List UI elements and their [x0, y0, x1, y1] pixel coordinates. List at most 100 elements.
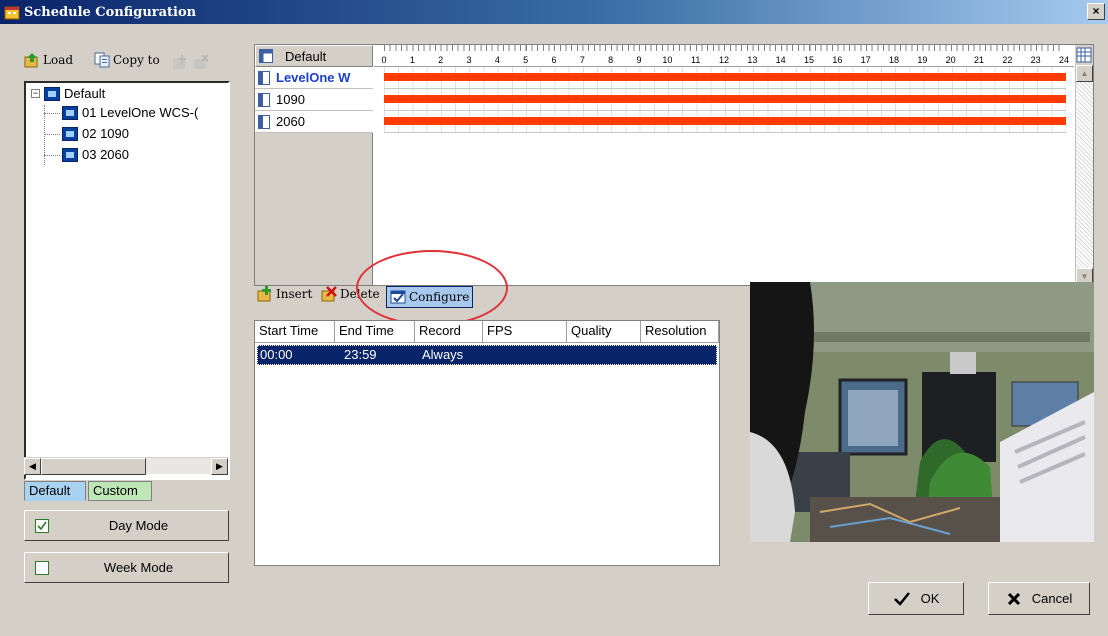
- day-mode-checkbox[interactable]: [35, 518, 49, 533]
- hour-tick-label: 16: [832, 55, 843, 65]
- schedule-bar[interactable]: [384, 95, 1066, 103]
- checkmark-icon: [37, 521, 47, 530]
- hour-tick-label: 22: [1002, 55, 1013, 65]
- schedule-vertical-scrollbar[interactable]: ▲ ▼: [1075, 65, 1093, 285]
- tree-root-default[interactable]: − Default: [31, 86, 105, 101]
- grid-view-icon[interactable]: [1075, 45, 1093, 65]
- configure-label: Configure: [409, 290, 470, 304]
- hour-tick-label: 20: [945, 55, 956, 65]
- remove-disabled-icon: [194, 54, 209, 69]
- tree-item[interactable]: 03 2060: [62, 147, 129, 162]
- schedule-row-name[interactable]: LevelOne W: [255, 67, 373, 89]
- cancel-button[interactable]: Cancel: [988, 582, 1090, 615]
- schedule-header[interactable]: Default: [255, 45, 373, 67]
- hour-tick-label: 9: [636, 55, 642, 65]
- timeline-row[interactable]: [384, 89, 1066, 111]
- camera-preview-image: [750, 282, 1094, 542]
- tree-root-label: Default: [64, 86, 106, 101]
- camera-preview: [750, 282, 1094, 542]
- hour-tick-label: 18: [888, 55, 899, 65]
- week-mode-button[interactable]: Week Mode: [24, 552, 229, 583]
- schedule-bar[interactable]: [384, 117, 1066, 125]
- collapse-icon[interactable]: −: [31, 89, 40, 98]
- schedule-row-icon: [258, 114, 270, 129]
- schedule-app-icon: [4, 6, 20, 20]
- hour-tick-label: 10: [662, 55, 673, 65]
- load-icon: [24, 53, 38, 68]
- tree-item[interactable]: 01 LevelOne WCS-(: [62, 105, 198, 120]
- hour-tick-label: 23: [1030, 55, 1041, 65]
- table-row[interactable]: 00:00 23:59 Always: [257, 345, 717, 365]
- hour-tick-label: 1: [409, 55, 415, 65]
- scroll-up-icon[interactable]: ▲: [1076, 65, 1093, 82]
- title-bar: Schedule Configuration ×: [0, 0, 1108, 24]
- hour-tick-label: 8: [608, 55, 614, 65]
- tree-horizontal-scrollbar[interactable]: ◀ ▶: [24, 457, 228, 475]
- configure-button[interactable]: Configure: [386, 286, 474, 308]
- timeline-row[interactable]: [384, 111, 1066, 133]
- column-header[interactable]: Record: [415, 321, 483, 343]
- week-mode-checkbox[interactable]: [35, 560, 49, 575]
- day-mode-label: Day Mode: [108, 518, 169, 533]
- insert-icon: [257, 286, 271, 302]
- end-time-cell: 23:59: [344, 347, 377, 362]
- column-header[interactable]: Quality: [567, 321, 641, 343]
- column-header[interactable]: FPS: [483, 321, 567, 343]
- delete-button[interactable]: Delete: [321, 286, 380, 302]
- schedule-row-name[interactable]: 2060: [255, 111, 373, 133]
- table-icon: [259, 49, 273, 63]
- column-header[interactable]: Start Time: [255, 321, 335, 343]
- schedule-row-label: LevelOne W: [276, 70, 351, 85]
- hour-tick-label: 5: [523, 55, 529, 65]
- scroll-left-icon[interactable]: ◀: [24, 458, 41, 475]
- tree-item[interactable]: 02 1090: [62, 126, 129, 141]
- schedule-bar[interactable]: [384, 73, 1066, 81]
- copy-icon: [94, 52, 110, 68]
- timeline-row[interactable]: [384, 67, 1066, 89]
- hour-tick-label: 19: [917, 55, 928, 65]
- hour-tick-label: 4: [494, 55, 500, 65]
- configure-icon: [390, 290, 406, 304]
- scroll-right-icon[interactable]: ▶: [211, 458, 228, 475]
- day-mode-button[interactable]: Day Mode: [24, 510, 229, 541]
- delete-icon: [321, 286, 337, 302]
- cancel-label: Cancel: [1031, 591, 1073, 606]
- load-button[interactable]: Load: [24, 52, 73, 68]
- ok-label: OK: [920, 591, 940, 606]
- copy-to-button[interactable]: Copy to: [94, 52, 160, 68]
- hour-tick-label: 11: [690, 55, 701, 65]
- column-header[interactable]: End Time: [335, 321, 415, 343]
- hour-tick-label: 3: [466, 55, 472, 65]
- tab-custom[interactable]: Custom: [88, 481, 152, 501]
- device-tree[interactable]: − Default 01 LevelOne WCS-( 02 1090 03 2…: [24, 81, 230, 480]
- tree-item-label: 01 LevelOne WCS-(: [82, 105, 199, 120]
- hour-tick-label: 7: [579, 55, 585, 65]
- schedule-row-label: 1090: [276, 92, 305, 107]
- group-icon: [44, 86, 60, 101]
- hour-tick-label: 14: [775, 55, 786, 65]
- close-button[interactable]: ×: [1087, 3, 1105, 20]
- copy-to-label: Copy to: [113, 53, 160, 67]
- insert-button[interactable]: Insert: [257, 286, 312, 302]
- schedule-header-label: Default: [285, 48, 327, 64]
- hour-tick-label: 21: [973, 55, 984, 65]
- load-label: Load: [43, 53, 74, 67]
- delete-label: Delete: [340, 287, 380, 301]
- camera-icon: [62, 147, 78, 162]
- ok-button[interactable]: OK: [868, 582, 964, 615]
- schedule-row-icon: [258, 70, 270, 85]
- schedule-grid[interactable]: Default LevelOne W 1090 2060 01234567891…: [254, 44, 1094, 286]
- camera-icon: [62, 126, 78, 141]
- schedule-row-label: 2060: [276, 114, 305, 129]
- close-x-icon: [1007, 592, 1020, 605]
- week-mode-label: Week Mode: [103, 560, 174, 575]
- schedule-row-name[interactable]: 1090: [255, 89, 373, 111]
- hour-tick-label: 13: [747, 55, 758, 65]
- column-header[interactable]: Resolution: [641, 321, 719, 343]
- time-range-list[interactable]: Start Time End Time Record FPS Quality R…: [254, 320, 720, 566]
- scroll-thumb[interactable]: [41, 458, 146, 475]
- schedule-timeline[interactable]: 0 1 2 3 4 5 6 7 8 9 10 11 12 13 14 15 16 17 18 19 20 21 22 23 24: [374, 45, 1074, 285]
- tab-default[interactable]: Default: [24, 481, 86, 501]
- dialog-body: Load Copy to − Default 01 LevelOne WCS-(: [0, 24, 1108, 636]
- tree-item-label: 03 2060: [82, 147, 129, 162]
